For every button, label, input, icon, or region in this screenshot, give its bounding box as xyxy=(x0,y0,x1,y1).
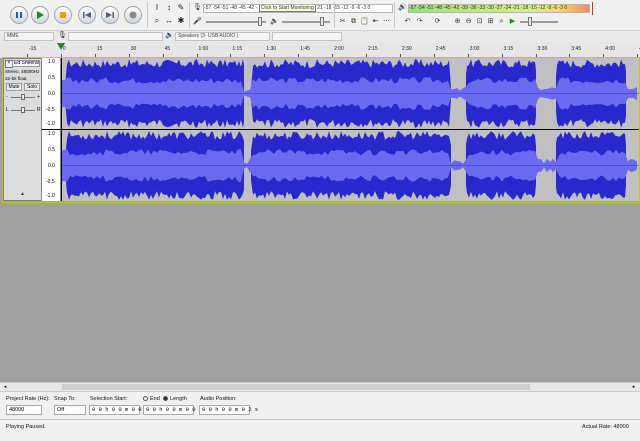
ruler-tick-label: 3:45 xyxy=(571,46,582,52)
status-text: Playing Paused. xyxy=(6,424,46,430)
scroll-left-icon[interactable]: ◂ xyxy=(2,384,8,390)
draw-tool-icon[interactable]: ✎ xyxy=(176,3,186,13)
record-meter[interactable]: -57 -54 -51 -48 -45 -42 - Click to Start… xyxy=(203,4,393,13)
undo-icon[interactable]: ↶ xyxy=(403,17,412,26)
length-label: Length xyxy=(170,396,187,402)
speaker-volume-thumb[interactable] xyxy=(320,17,324,26)
end-label: End xyxy=(150,396,160,402)
timeshift-tool-icon[interactable]: ↔ xyxy=(164,16,174,26)
snap-to-label: Snap To: xyxy=(54,396,76,402)
ruler-tick-label: 4:00 xyxy=(605,46,616,52)
selection-length-field[interactable]: 0 0 h 0 0 m 0 0 s xyxy=(143,405,202,415)
audio-position-label: Audio Position: xyxy=(200,396,237,402)
cursor-line xyxy=(61,58,62,201)
paste-icon[interactable]: 📋 xyxy=(360,17,369,26)
ruler-tick-label: 15 xyxy=(96,46,103,52)
actual-rate-text: Actual Rate: 48000 xyxy=(582,424,629,430)
copy-icon[interactable]: ⧉ xyxy=(349,17,358,26)
record-meter-scale2: 21 -18 -15 -12 -9 -6 -3 0 xyxy=(317,5,371,11)
skip-start-icon xyxy=(83,12,91,18)
zoom-tool-icon[interactable]: ⌕ xyxy=(152,16,162,26)
selection-start-label: Selection Start: xyxy=(90,396,128,402)
project-rate-label: Project Rate (Hz): xyxy=(6,396,50,402)
skip-end-icon xyxy=(106,12,114,18)
playback-device-dropdown[interactable]: Speakers (3- USB AUDIO ) xyxy=(175,32,270,41)
zoom-toggle-icon[interactable]: ⌕ xyxy=(497,17,506,26)
fit-selection-icon[interactable]: ⊡ xyxy=(475,17,484,26)
ruler-tick-label: 45 xyxy=(164,46,171,52)
play-at-speed-icon[interactable]: ▶ xyxy=(508,17,517,26)
scrollbar-thumb[interactable] xyxy=(62,384,530,390)
ruler-tick-label: 3:00 xyxy=(469,46,480,52)
mic-volume-thumb[interactable] xyxy=(258,17,262,26)
meter-peak-marker xyxy=(592,2,593,15)
ruler-tick-label: 30 xyxy=(130,46,137,52)
ruler-tick-label: 1:45 xyxy=(300,46,310,52)
fit-project-icon[interactable]: ⊞ xyxy=(486,17,495,26)
status-bar: Playing Paused. Actual Rate: 48000 xyxy=(0,419,640,441)
sync-lock-icon[interactable]: ⟳ xyxy=(433,17,442,26)
play-icon xyxy=(37,11,44,19)
project-rate-dropdown[interactable]: 48000 xyxy=(6,405,42,415)
pause-icon xyxy=(16,12,22,18)
mic-level-icon: 🎤 xyxy=(193,18,202,25)
silence-icon[interactable]: ⋯ xyxy=(382,17,391,26)
track-focus-border xyxy=(2,57,640,203)
selection-toolbar: Project Rate (Hz): 48000 Snap To: Off Se… xyxy=(0,391,640,420)
playback-meter-scale: -57 -54 -51 -48 -45 -42 -39 -36 -33 -30 … xyxy=(409,5,568,11)
audio-position-field[interactable]: 0 0 h 0 0 m 0 2 s xyxy=(199,405,258,415)
scroll-right-icon[interactable]: ▸ xyxy=(631,384,637,390)
play-speed-slider[interactable] xyxy=(520,21,558,23)
length-radio[interactable] xyxy=(163,396,168,401)
ruler-tick-label: 1:30 xyxy=(266,46,277,52)
ruler-tick-label: 3:30 xyxy=(537,46,548,52)
record-icon xyxy=(129,11,137,19)
zoom-in-icon[interactable]: ⊕ xyxy=(453,17,462,26)
toolbar: I ↕ ✎ ⌕ ↔ ✱ 🎙 -57 -54 -51 -48 -45 -42 - … xyxy=(0,0,640,30)
output-speaker-icon: 🔈 xyxy=(165,32,174,39)
snap-to-dropdown[interactable]: Off xyxy=(54,405,86,415)
recording-device-dropdown[interactable] xyxy=(68,32,163,41)
selection-start-field[interactable]: 0 0 h 0 0 m 0 0 s xyxy=(89,405,148,415)
playhead-marker-icon xyxy=(57,43,65,50)
play-button[interactable] xyxy=(31,6,49,24)
end-radio[interactable] xyxy=(143,396,148,401)
ruler-tick-label: 3:15 xyxy=(503,46,514,52)
pause-button[interactable] xyxy=(10,6,28,24)
record-meter-scale: -57 -54 -51 -48 -45 -42 - xyxy=(204,5,258,11)
ruler-tick-label: 1:15 xyxy=(232,46,243,52)
ruler-tick-label: 1:00 xyxy=(198,46,209,52)
multi-tool-icon[interactable]: ✱ xyxy=(176,16,186,26)
audio-host-dropdown[interactable]: MME xyxy=(4,32,54,41)
mic-volume-slider[interactable] xyxy=(206,21,266,23)
envelope-tool-icon[interactable]: ↕ xyxy=(164,3,174,13)
record-button[interactable] xyxy=(124,6,142,24)
playback-speaker-icon[interactable]: 🔊 xyxy=(398,3,407,12)
ruler-tick-label: -15 xyxy=(29,46,37,52)
trim-icon[interactable]: ⇤ xyxy=(371,17,380,26)
ruler-tick-label: 2:45 xyxy=(435,46,446,52)
skip-start-button[interactable] xyxy=(78,6,96,24)
stop-icon xyxy=(60,12,66,18)
play-speed-thumb[interactable] xyxy=(528,17,532,26)
zoom-out-icon[interactable]: ⊖ xyxy=(464,17,473,26)
ruler-tick-label: 2:00 xyxy=(334,46,344,52)
selection-tool-icon[interactable]: I xyxy=(152,3,162,13)
monitoring-tooltip: Click to Start Monitoring xyxy=(258,5,316,12)
skip-end-button[interactable] xyxy=(101,6,119,24)
cut-icon[interactable]: ✂ xyxy=(338,17,347,26)
stop-button[interactable] xyxy=(54,6,72,24)
ruler-tick-label: 2:30 xyxy=(401,46,412,52)
channels-dropdown[interactable] xyxy=(272,32,342,41)
ruler-tick-label: 2:15 xyxy=(368,46,378,52)
speaker-level-icon: 🔈 xyxy=(270,18,279,25)
redo-icon[interactable]: ↷ xyxy=(415,17,424,26)
input-mic-icon: 🎙 xyxy=(58,32,67,39)
playback-meter[interactable]: -57 -54 -51 -48 -45 -42 -39 -36 -33 -30 … xyxy=(408,4,590,13)
mic-icon[interactable]: 🎙 xyxy=(193,3,202,12)
